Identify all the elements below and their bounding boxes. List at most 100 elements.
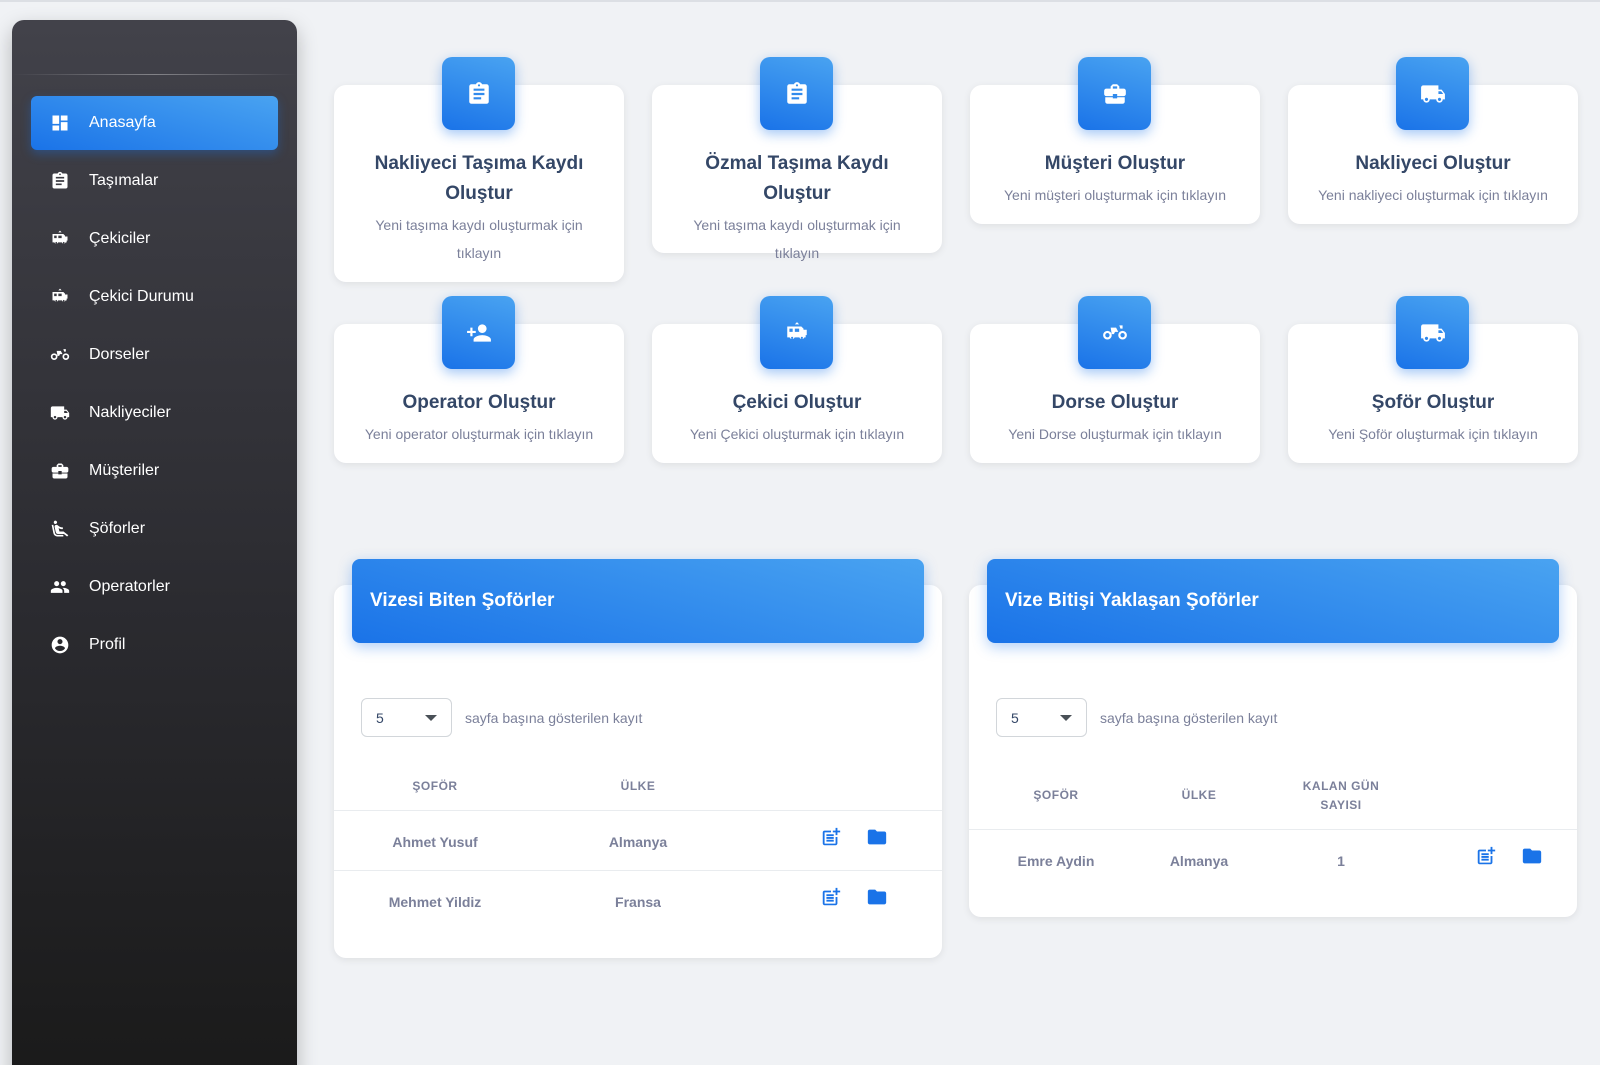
card-ozmal-tasima-kaydi[interactable]: Özmal Taşıma Kaydı Oluştur Yeni taşıma k… bbox=[652, 57, 942, 261]
driver-cell: Emre Aydin bbox=[1017, 853, 1095, 869]
sidebar-item-label: Çekiciler bbox=[89, 230, 151, 247]
person-add-icon bbox=[442, 296, 515, 369]
country-cell: Almanya bbox=[608, 834, 668, 850]
clipboard-icon bbox=[760, 57, 833, 130]
card-subtitle: Yeni Dorse oluşturmak için tıklayın bbox=[1008, 426, 1222, 442]
sidebar-item-cekiciler[interactable]: Çekiciler bbox=[31, 212, 278, 266]
chevron-down-icon bbox=[1060, 714, 1072, 721]
table-divider bbox=[969, 829, 1577, 830]
folder-icon[interactable] bbox=[1521, 845, 1545, 869]
per-page-select[interactable]: 5 bbox=[361, 698, 452, 737]
card-subtitle: Yeni taşıma kaydı oluşturmak için tıklay… bbox=[375, 217, 583, 261]
card-musteri-olustur[interactable]: Müşteri Oluştur Yeni müşteri oluşturmak … bbox=[970, 57, 1260, 224]
rv-truck-icon bbox=[760, 296, 833, 369]
people-icon bbox=[49, 576, 71, 598]
sidebar-item-musteriler[interactable]: Müşteriler bbox=[31, 444, 278, 498]
card-subtitle: Yeni operator oluşturmak için tıklayın bbox=[364, 426, 594, 442]
upcoming-visa-header: Vize Bitişi Yaklaşan Şoförler bbox=[987, 559, 1559, 643]
top-border bbox=[0, 0, 1600, 2]
country-cell: Fransa bbox=[615, 894, 661, 910]
card-nakliyeci-tasima-kaydi[interactable]: Nakliyeci Taşıma Kaydı Oluştur Yeni taşı… bbox=[334, 57, 624, 282]
sidebar-divider bbox=[12, 74, 297, 75]
truck-icon bbox=[1396, 296, 1469, 369]
sidebar-item-profil[interactable]: Profil bbox=[31, 618, 278, 672]
chevron-down-icon bbox=[425, 714, 437, 721]
seat-icon bbox=[49, 518, 71, 540]
trailer-icon bbox=[1078, 296, 1151, 369]
card-title: Nakliyeci Oluştur bbox=[1355, 153, 1511, 174]
sidebar-nav: Anasayfa Taşımalar Çekiciler Çekici Duru… bbox=[31, 96, 278, 676]
per-page-value: 5 bbox=[376, 709, 384, 726]
post-add-icon[interactable] bbox=[820, 826, 844, 850]
sidebar: Anasayfa Taşımalar Çekiciler Çekici Duru… bbox=[12, 20, 297, 1065]
sidebar-item-soforler[interactable]: Şöforler bbox=[31, 502, 278, 556]
post-add-icon[interactable] bbox=[1475, 845, 1499, 869]
card-subtitle: Yeni nakliyeci oluşturmak için tıklayın bbox=[1318, 187, 1548, 203]
card-title: Nakliyeci Taşıma Kaydı Oluştur bbox=[374, 153, 584, 204]
rv-truck-icon bbox=[49, 228, 71, 250]
per-page-label: sayfa başına gösterilen kayıt bbox=[1100, 709, 1278, 726]
sidebar-item-operatorler[interactable]: Operatorler bbox=[31, 560, 278, 614]
card-subtitle: Yeni Çekici oluşturmak için tıklayın bbox=[689, 426, 905, 442]
table-divider bbox=[334, 870, 942, 871]
dashboard-icon bbox=[49, 112, 71, 134]
card-cekici-olustur[interactable]: Çekici Oluştur Yeni Çekici oluşturmak iç… bbox=[652, 296, 942, 463]
post-add-icon[interactable] bbox=[820, 886, 844, 910]
briefcase-icon bbox=[49, 460, 71, 482]
panel-title: Vizesi Biten Şoförler bbox=[370, 590, 555, 611]
card-title: Operator Oluştur bbox=[402, 392, 556, 413]
card-dorse-olustur[interactable]: Dorse Oluştur Yeni Dorse oluşturmak için… bbox=[970, 296, 1260, 463]
trailer-icon bbox=[49, 344, 71, 366]
sidebar-item-dorseler[interactable]: Dorseler bbox=[31, 328, 278, 382]
account-circle-icon bbox=[49, 634, 71, 656]
truck-icon bbox=[1396, 57, 1469, 130]
card-operator-olustur[interactable]: Operator Oluştur Yeni operator oluşturma… bbox=[334, 296, 624, 463]
per-page-control: 5 sayfa başına gösterilen kayıt bbox=[996, 698, 1277, 737]
column-header-country[interactable]: ÜLKE bbox=[1149, 786, 1249, 805]
per-page-select[interactable]: 5 bbox=[996, 698, 1087, 737]
briefcase-icon bbox=[1078, 57, 1151, 130]
expired-visa-header: Vizesi Biten Şoförler bbox=[352, 559, 924, 643]
driver-cell: Mehmet Yildiz bbox=[388, 894, 482, 910]
truck-icon bbox=[49, 402, 71, 424]
column-header-days-left[interactable]: KALAN GÜN SAYISI bbox=[1296, 777, 1386, 815]
column-header-driver[interactable]: ŞOFÖR bbox=[1001, 786, 1111, 805]
sidebar-item-cekici-durumu[interactable]: Çekici Durumu bbox=[31, 270, 278, 324]
sidebar-item-label: Anasayfa bbox=[89, 114, 156, 131]
country-cell: Almanya bbox=[1169, 853, 1229, 869]
sidebar-item-label: Taşımalar bbox=[89, 172, 159, 189]
column-header-country[interactable]: ÜLKE bbox=[588, 777, 688, 796]
sidebar-item-label: Dorseler bbox=[89, 346, 150, 363]
per-page-label: sayfa başına gösterilen kayıt bbox=[465, 709, 643, 726]
column-header-driver[interactable]: ŞOFÖR bbox=[385, 777, 485, 796]
panel-title: Vize Bitişi Yaklaşan Şoförler bbox=[1005, 590, 1259, 611]
sidebar-item-anasayfa[interactable]: Anasayfa bbox=[31, 96, 278, 150]
sidebar-item-nakliyeciler[interactable]: Nakliyeciler bbox=[31, 386, 278, 440]
card-title: Şoför Oluştur bbox=[1371, 392, 1495, 413]
table-divider bbox=[334, 810, 942, 811]
sidebar-item-label: Çekici Durumu bbox=[89, 288, 194, 305]
card-title: Özmal Taşıma Kaydı Oluştur bbox=[705, 153, 889, 204]
card-sofor-olustur[interactable]: Şoför Oluştur Yeni Şoför oluşturmak için… bbox=[1288, 296, 1578, 463]
folder-icon[interactable] bbox=[866, 826, 890, 850]
per-page-value: 5 bbox=[1011, 709, 1019, 726]
sidebar-item-label: Nakliyeciler bbox=[89, 404, 171, 421]
sidebar-item-label: Şöforler bbox=[89, 520, 146, 537]
rv-truck-icon bbox=[49, 286, 71, 308]
card-subtitle: Yeni müşteri oluşturmak için tıklayın bbox=[1003, 187, 1227, 203]
sidebar-item-label: Müşteriler bbox=[89, 462, 160, 479]
clipboard-icon bbox=[49, 170, 71, 192]
card-title: Müşteri Oluştur bbox=[1044, 153, 1186, 174]
card-subtitle: Yeni taşıma kaydı oluşturmak için tıklay… bbox=[693, 217, 901, 261]
sidebar-item-label: Operatorler bbox=[89, 578, 170, 595]
folder-icon[interactable] bbox=[866, 886, 890, 910]
per-page-control: 5 sayfa başına gösterilen kayıt bbox=[361, 698, 642, 737]
sidebar-item-label: Profil bbox=[89, 636, 126, 653]
driver-cell: Ahmet Yusuf bbox=[392, 834, 478, 850]
days-left-cell: 1 bbox=[1337, 853, 1345, 869]
sidebar-item-tasimalar[interactable]: Taşımalar bbox=[31, 154, 278, 208]
clipboard-icon bbox=[442, 57, 515, 130]
card-nakliyeci-olustur[interactable]: Nakliyeci Oluştur Yeni nakliyeci oluştur… bbox=[1288, 57, 1578, 224]
card-title: Çekici Oluştur bbox=[732, 392, 862, 413]
card-subtitle: Yeni Şoför oluşturmak için tıklayın bbox=[1328, 426, 1538, 442]
